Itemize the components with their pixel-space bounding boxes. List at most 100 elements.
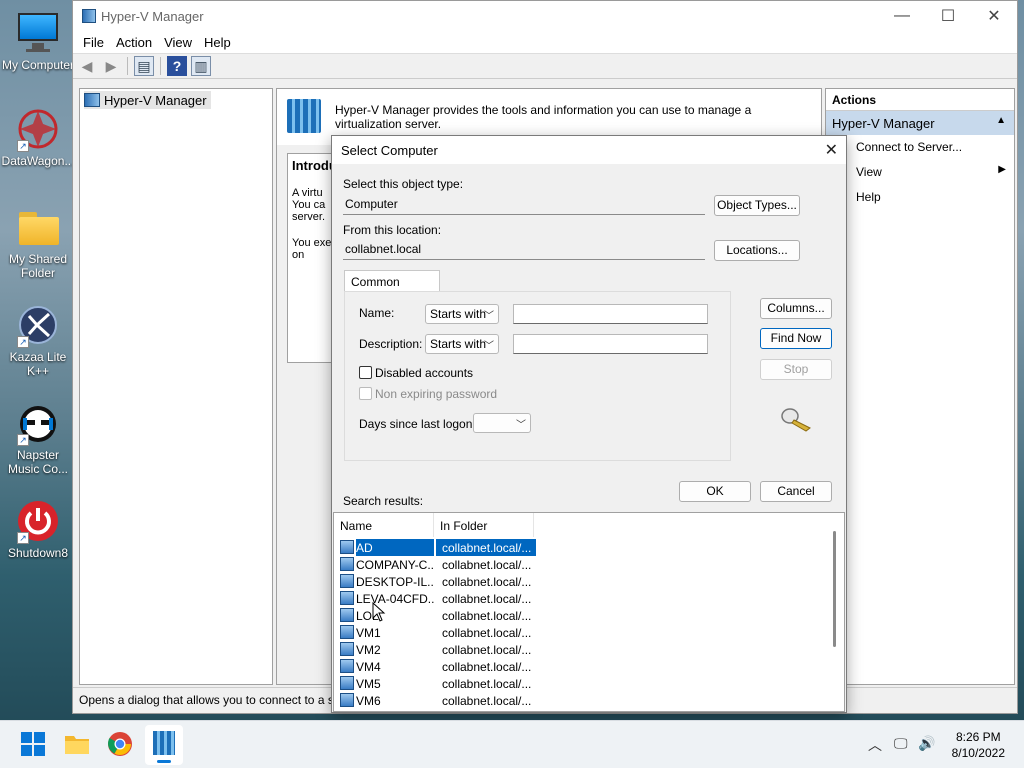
menu-help[interactable]: Help (198, 35, 237, 50)
search-results-label: Search results: (343, 494, 424, 508)
results-scrollbar[interactable] (833, 531, 836, 647)
action-help[interactable]: Help (826, 185, 1014, 210)
result-row[interactable]: COMPANY-C... collabnet.local/... (338, 556, 538, 573)
window-titlebar: Hyper-V Manager — ☐ ✕ (73, 1, 1017, 31)
desktop-icon-label: DataWagon... (1, 154, 75, 168)
result-row[interactable]: VM2 collabnet.local/... (338, 641, 538, 658)
shortcut-arrow-icon: ↗ (17, 336, 29, 348)
napster-icon: ↗ (15, 400, 61, 446)
clock-date: 8/10/2022 (951, 746, 1005, 760)
object-type-label: Select this object type: (343, 177, 464, 191)
kazaa-icon: ↗ (15, 302, 61, 348)
columns-button[interactable]: Columns... (760, 298, 832, 319)
disabled-accounts-checkbox[interactable] (359, 366, 372, 379)
search-flashlight-icon (780, 406, 814, 435)
common-queries-panel: Name: Starts with ﹀ Description: Starts … (344, 291, 731, 461)
result-row[interactable]: VM5 collabnet.local/... (338, 675, 538, 692)
column-header-in-folder[interactable]: In Folder (434, 513, 534, 537)
result-row[interactable]: VM4 collabnet.local/... (338, 658, 538, 675)
desktop-icon-napster[interactable]: ↗ Napster Music Co... (0, 400, 76, 476)
result-row[interactable]: VM6 collabnet.local/... (338, 692, 538, 709)
forward-arrow-icon[interactable]: ▶ (101, 56, 121, 76)
show-hide-action-pane-icon[interactable]: ▥ (191, 56, 211, 76)
result-row[interactable]: LEVA-04CFD... collabnet.local/... (338, 590, 538, 607)
location-field: collabnet.local (343, 238, 705, 260)
close-button[interactable]: ✕ (971, 1, 1017, 31)
column-header-name[interactable]: Name (334, 513, 434, 537)
window-title: Hyper-V Manager (101, 8, 204, 24)
computer-icon (340, 557, 354, 571)
desktop-icon-shutdown8[interactable]: ↗ Shutdown8 (0, 498, 76, 560)
result-row[interactable]: VM1 collabnet.local/... (338, 624, 538, 641)
ok-button[interactable]: OK (679, 481, 751, 502)
computer-icon (340, 591, 354, 605)
actions-section-hyperv[interactable]: Hyper-V Manager ▲ (826, 111, 1014, 135)
toolbar-separator (160, 57, 161, 75)
toolbar: ◀ ▶ ▤ ? ▥ (73, 53, 1017, 79)
action-connect-to-server[interactable]: Connect to Server... (826, 135, 1014, 160)
menu-action[interactable]: Action (110, 35, 158, 50)
taskbar: ︿ 🖵 🔊 8:26 PM 8/10/2022 (0, 720, 1024, 768)
server-icon (287, 99, 321, 133)
chevron-down-icon: ﹀ (516, 420, 526, 431)
chevron-up-icon[interactable]: ︿ (868, 735, 882, 755)
computer-icon (340, 659, 354, 673)
hyperv-manager-taskbar-button[interactable] (145, 725, 183, 765)
banner-text: Hyper-V Manager provides the tools and i… (335, 103, 752, 131)
days-since-logon-select[interactable]: ﹀ (473, 413, 531, 433)
search-results-list[interactable]: Name In Folder AD collabnet.local/... CO… (333, 512, 845, 712)
network-icon[interactable]: 🖵 (894, 735, 908, 752)
actions-pane: Actions Hyper-V Manager ▲ Connect to Ser… (825, 88, 1015, 685)
monitor-icon (15, 10, 61, 56)
desktop-icon-shared-folder[interactable]: My Shared Folder (0, 204, 76, 280)
description-label: Description: (359, 337, 423, 351)
result-row[interactable]: DESKTOP-IL... collabnet.local/... (338, 573, 538, 590)
tree-pane: Hyper-V Manager (79, 88, 273, 685)
object-types-button[interactable]: Object Types... (714, 195, 800, 216)
chevron-down-icon: ﹀ (484, 311, 494, 322)
help-icon[interactable]: ? (167, 56, 187, 76)
desktop-icon-datawagon[interactable]: ↗ DataWagon... (0, 106, 76, 168)
cancel-button[interactable]: Cancel (760, 481, 832, 502)
object-type-field: Computer (343, 193, 705, 215)
desktop-icon-kazaa[interactable]: ↗ Kazaa Lite K++ (0, 302, 76, 378)
datawagon-icon: ↗ (15, 106, 61, 152)
locations-button[interactable]: Locations... (714, 240, 800, 261)
minimize-button[interactable]: — (879, 1, 925, 31)
desktop-icon-label: Shutdown8 (7, 546, 69, 560)
tree-item-hyperv-manager[interactable]: Hyper-V Manager (84, 91, 211, 109)
desktop-icon-label: Napster Music Co... (7, 448, 68, 476)
result-row[interactable]: AD collabnet.local/... (338, 539, 538, 556)
description-mode-select[interactable]: Starts with ﹀ (425, 334, 499, 354)
find-now-button[interactable]: Find Now (760, 328, 832, 349)
result-row[interactable]: LOL collabnet.local/... (338, 607, 538, 624)
toolbar-separator (127, 57, 128, 75)
show-hide-tree-icon[interactable]: ▤ (134, 56, 154, 76)
menu-view[interactable]: View (158, 35, 198, 50)
disabled-accounts-label: Disabled accounts (375, 366, 474, 380)
tab-common-queries[interactable]: Common Queries (344, 270, 440, 303)
maximize-button[interactable]: ☐ (925, 1, 971, 31)
volume-icon[interactable]: 🔊 (918, 735, 935, 752)
back-arrow-icon[interactable]: ◀ (77, 56, 97, 76)
action-view[interactable]: View ▶ (826, 160, 1014, 185)
name-input[interactable] (513, 304, 708, 324)
menu-file[interactable]: File (77, 35, 110, 50)
name-label: Name: (359, 306, 395, 320)
file-explorer-button[interactable] (63, 731, 91, 759)
computer-icon (340, 625, 354, 639)
name-mode-select[interactable]: Starts with ﹀ (425, 304, 499, 324)
start-button[interactable] (20, 731, 48, 759)
chrome-button[interactable] (107, 731, 135, 759)
chevron-down-icon: ﹀ (484, 341, 494, 352)
desktop-icon-my-computer[interactable]: My Computer (0, 10, 76, 72)
dialog-close-icon[interactable]: ✕ (825, 140, 838, 160)
windows-logo-icon (21, 732, 45, 756)
days-since-logon-label: Days since last logon: (359, 417, 476, 431)
hyperv-app-icon (82, 9, 96, 23)
description-input[interactable] (513, 334, 708, 354)
chrome-icon (108, 732, 132, 756)
system-clock[interactable]: 8:26 PM 8/10/2022 (952, 729, 1005, 761)
collapse-arrow-icon[interactable]: ▲ (996, 115, 1006, 126)
submenu-arrow-icon: ▶ (998, 164, 1006, 175)
